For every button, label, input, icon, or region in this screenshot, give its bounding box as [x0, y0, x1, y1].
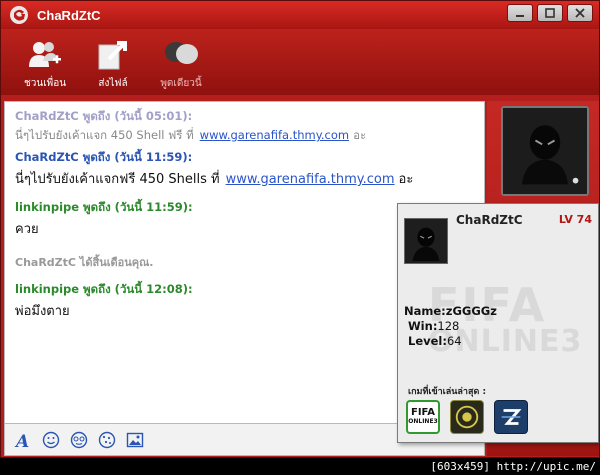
add-user-icon: [29, 42, 61, 67]
message-body: นี่ๆไปรับยังเค้าแจกฟรี 450 Shells ที่: [15, 172, 220, 187]
message-suffix: อะ: [398, 172, 414, 187]
send-file-button[interactable]: ส่งไฟล์: [79, 29, 147, 95]
pb-emblem-icon: [501, 409, 522, 425]
invite-friend-label: ชวนเพื่อน: [23, 78, 67, 89]
recent-games-label: เกมที่เข้าเล่นล่าสุด :: [408, 387, 487, 397]
message-link[interactable]: www.garenafifa.thmy.com: [226, 172, 395, 187]
font-icon: A: [14, 432, 29, 449]
contact-avatar[interactable]: [501, 106, 589, 196]
message-text: นี่ๆไปรับยังเค้าแจกฟรี 450 Shells ที่ www…: [15, 168, 474, 189]
profile-level-badge: LV 74: [558, 213, 592, 226]
profile-avatar: [404, 218, 448, 264]
action-toolbar: ชวนเพื่อน ส่งไฟล์ พูดเดียวนี้: [1, 29, 599, 95]
screenshot-button[interactable]: [125, 430, 145, 450]
font-button[interactable]: A: [13, 430, 33, 450]
minimize-icon: [516, 15, 524, 17]
maximize-button[interactable]: [537, 4, 563, 22]
chat-message: ChaRdZtC พูดถึง (วันนี้ 11:59): นี่ๆไปรั…: [15, 149, 474, 189]
stat-win: Win:128: [404, 319, 497, 334]
close-button[interactable]: [567, 4, 593, 22]
message-link[interactable]: www.garenafifa.thmy.com: [200, 128, 349, 142]
voice-chat-label: พูดเดียวนี้: [160, 78, 202, 89]
chat-message: ChaRdZtC พูดถึง (วันนี้ 05:01): นี่ๆไปรั…: [15, 108, 474, 145]
message-body: นี่ๆไปรับยังเค้าแจก 450 Shell ฟรี ที่: [15, 128, 194, 142]
picture-icon: [126, 432, 144, 447]
stat-win-label: Win:: [408, 319, 438, 333]
profile-name: ChaRdZtC: [456, 213, 523, 227]
voice-chat-button[interactable]: พูดเดียวนี้: [147, 29, 215, 95]
image-host-footer: [603x459] http://upic.me/: [0, 458, 600, 475]
message-suffix: อะ: [353, 128, 367, 142]
stat-name-label: Name:: [404, 304, 446, 318]
close-icon: [575, 8, 585, 18]
default-avatar-icon: [412, 227, 440, 262]
glasses-face-icon: [70, 431, 88, 448]
emoticon-button[interactable]: [41, 430, 61, 450]
title-bar[interactable]: ChaRdZtC: [1, 1, 599, 29]
nudge-button[interactable]: [97, 430, 117, 450]
window-title: ChaRdZtC: [37, 7, 101, 23]
svg-text:A: A: [14, 432, 29, 449]
default-avatar-icon: [503, 108, 587, 194]
recent-games-list: FIFA ONLINE3: [406, 400, 528, 434]
profile-stats: Name:zGGGGz Win:128 Level:64: [404, 304, 497, 349]
fifa-online-3-icon[interactable]: FIFA ONLINE3: [406, 400, 440, 434]
stat-name-value: zGGGGz: [445, 304, 497, 318]
invite-friend-button[interactable]: ชวนเพื่อน: [11, 29, 79, 95]
minimize-button[interactable]: [507, 4, 533, 22]
stat-level: Level:64: [404, 334, 497, 349]
hon-emblem-icon: [455, 405, 479, 429]
voice-chat-icon: [165, 42, 198, 64]
cookie-face-icon: [98, 431, 116, 448]
profile-card: FIFA ONLINE3 ChaRdZtC LV 74 Name:zGGGGz …: [397, 203, 599, 443]
garena-logo-icon: [10, 6, 28, 24]
point-blank-icon[interactable]: [494, 400, 528, 434]
send-file-label: ส่งไฟล์: [98, 78, 128, 89]
hon-icon[interactable]: [450, 400, 484, 434]
smiley-icon: [42, 431, 60, 448]
send-file-icon: [98, 41, 127, 70]
stat-level-value: 64: [446, 334, 462, 348]
garena-chat-window: ChaRdZtC ชวนเพื่อน ส่งไฟล์ พูดเดียวนี้ C…: [0, 0, 600, 458]
stat-level-label: Level:: [408, 334, 447, 348]
animated-emoticon-button[interactable]: [69, 430, 89, 450]
message-header: ChaRdZtC พูดถึง (วันนี้ 11:59):: [15, 150, 193, 164]
message-text: นี่ๆไปรับยังเค้าแจก 450 Shell ฟรี ที่ www…: [15, 127, 474, 145]
stat-name: Name:zGGGGz: [404, 304, 497, 319]
maximize-icon: [545, 8, 555, 18]
stat-win-value: 128: [437, 319, 460, 333]
message-header: ChaRdZtC พูดถึง (วันนี้ 05:01):: [15, 109, 193, 123]
